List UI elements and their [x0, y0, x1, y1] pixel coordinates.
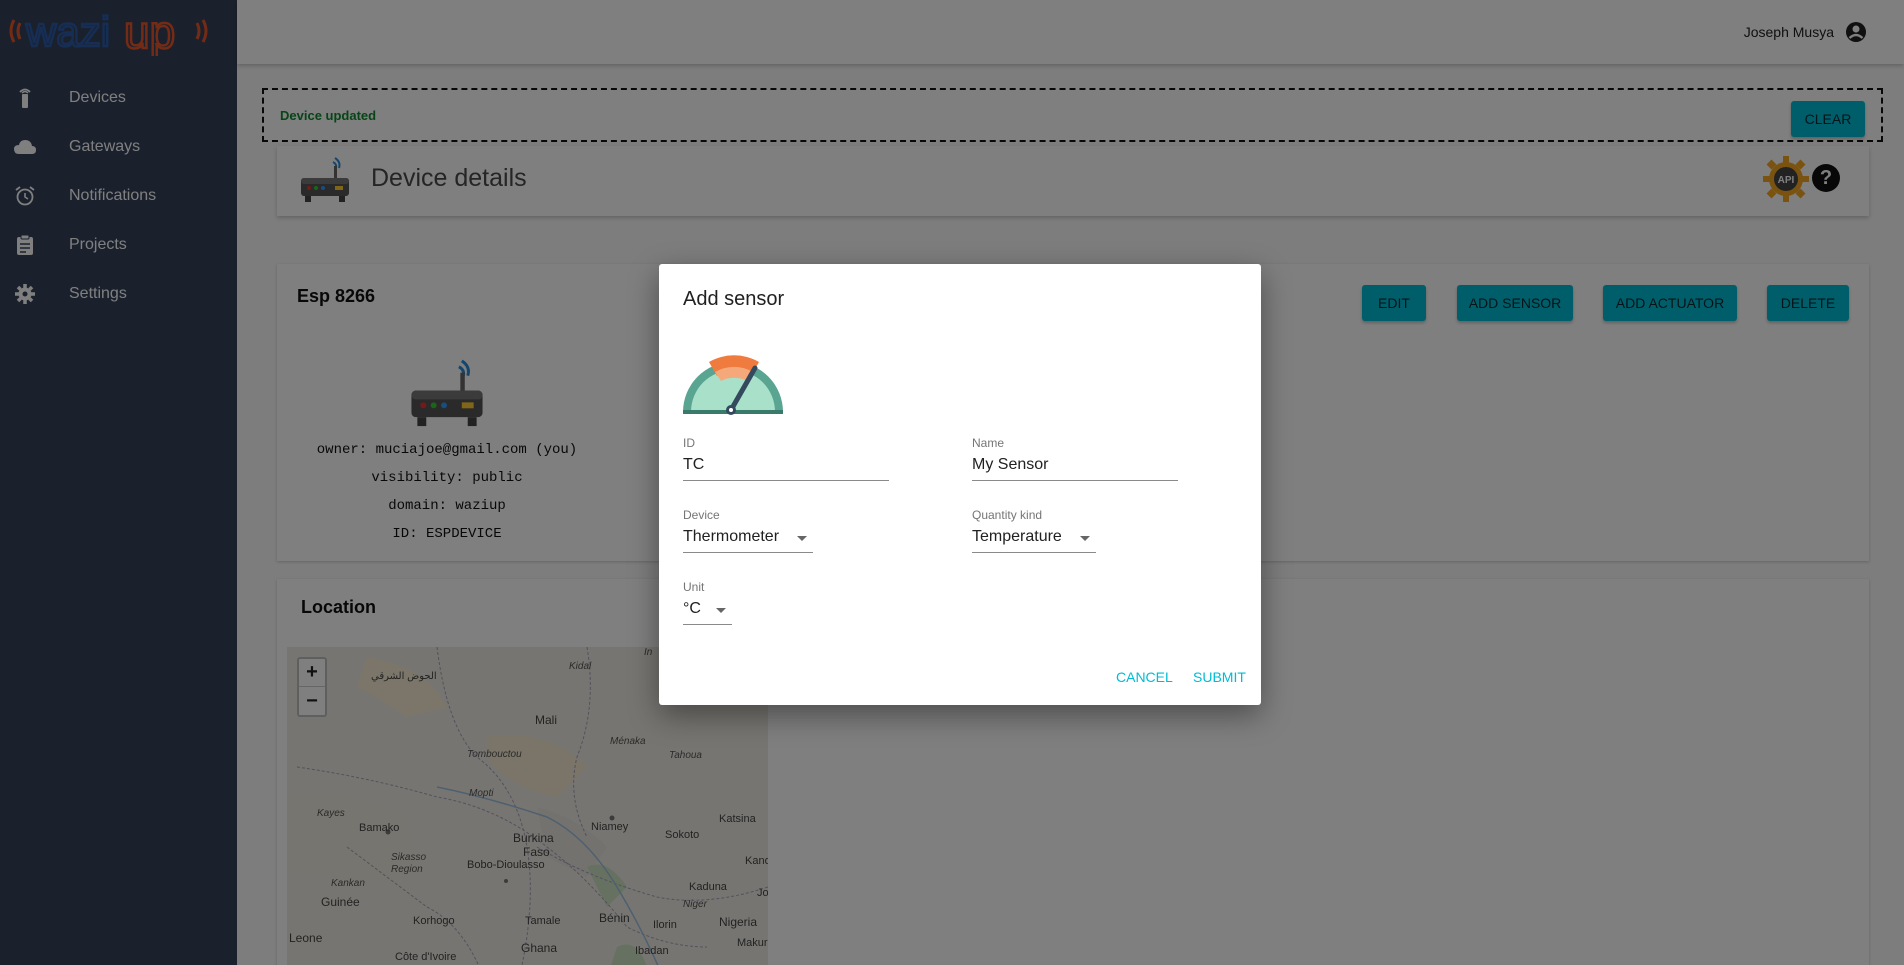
- unit-select[interactable]: Unit °C: [683, 580, 732, 625]
- unit-select-text: °C: [683, 600, 701, 617]
- name-field[interactable]: Name My Sensor: [972, 436, 1178, 481]
- add-sensor-dialog: Add sensor ID TC Name My Sensor Device T…: [659, 264, 1261, 705]
- dialog-title: Add sensor: [683, 288, 785, 310]
- dropdown-arrow-icon: [797, 536, 807, 541]
- dropdown-arrow-icon: [716, 608, 726, 613]
- device-select-value[interactable]: Thermometer: [683, 528, 813, 553]
- dropdown-arrow-icon: [1080, 536, 1090, 541]
- quantity-kind-select-text: Temperature: [972, 528, 1062, 545]
- gauge-icon: [683, 355, 783, 415]
- name-label: Name: [972, 436, 1005, 450]
- id-input[interactable]: TC: [683, 456, 889, 481]
- device-label: Device: [683, 508, 720, 522]
- id-field[interactable]: ID TC: [683, 436, 889, 481]
- unit-select-value[interactable]: °C: [683, 600, 732, 625]
- unit-label: Unit: [683, 580, 705, 594]
- quantity-kind-select[interactable]: Quantity kind Temperature: [972, 508, 1096, 553]
- id-label: ID: [683, 436, 695, 450]
- cancel-button[interactable]: CANCEL: [1116, 669, 1173, 685]
- device-select[interactable]: Device Thermometer: [683, 508, 813, 553]
- quantity-kind-label: Quantity kind: [972, 508, 1043, 522]
- quantity-kind-select-value[interactable]: Temperature: [972, 528, 1096, 553]
- submit-button[interactable]: SUBMIT: [1193, 669, 1246, 685]
- name-input[interactable]: My Sensor: [972, 456, 1178, 481]
- device-select-text: Thermometer: [683, 528, 780, 545]
